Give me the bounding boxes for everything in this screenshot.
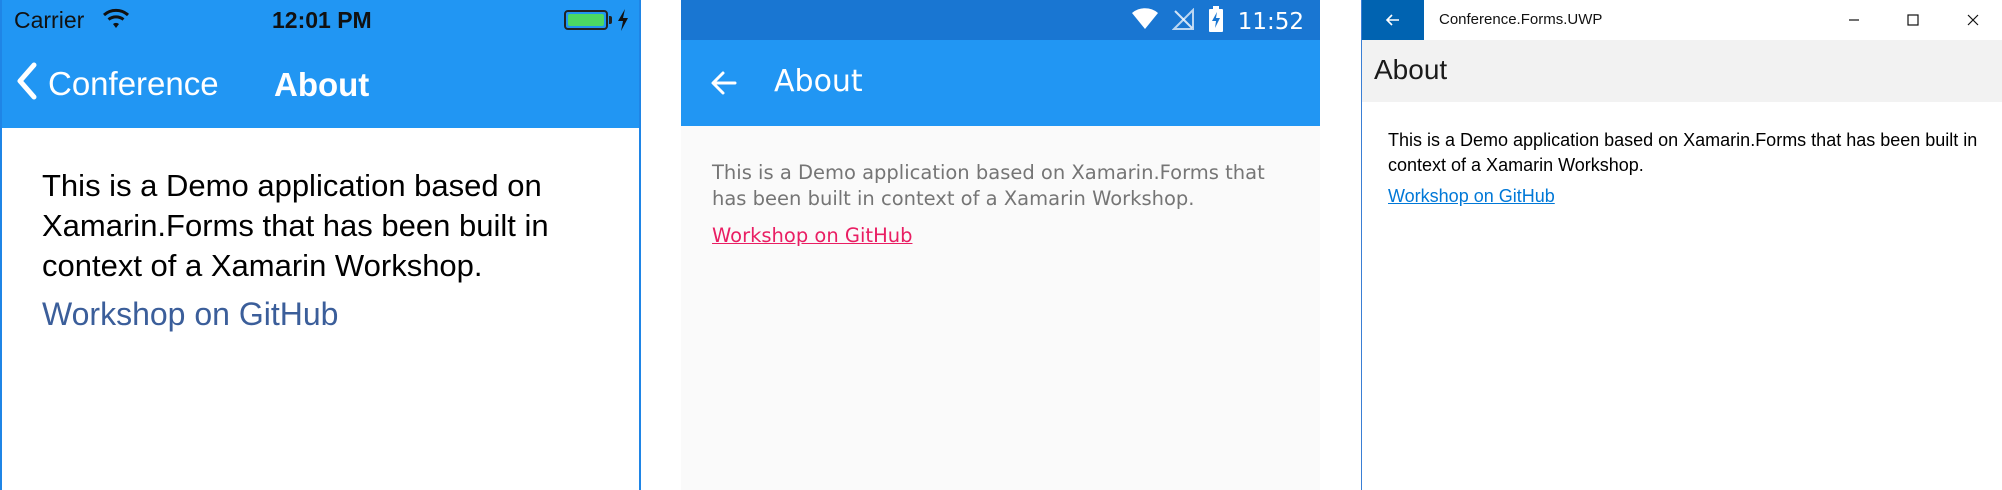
github-link[interactable]: Workshop on GitHub xyxy=(1388,186,1555,207)
chevron-left-icon xyxy=(16,62,38,105)
no-signal-icon xyxy=(1171,7,1194,35)
ios-screen: Carrier 12:01 PM Conference About This i… xyxy=(0,0,641,490)
carrier-label: Carrier xyxy=(14,7,85,33)
arrow-back-icon[interactable] xyxy=(709,68,739,98)
github-link[interactable]: Workshop on GitHub xyxy=(42,296,622,333)
window-title-bar: Conference.Forms.UWP xyxy=(1362,0,2002,40)
ios-navigation-bar: Conference About xyxy=(2,40,639,128)
back-button-label: Conference xyxy=(48,64,219,102)
uwp-window: Conference.Forms.UWP About This is a Dem… xyxy=(1361,0,2002,490)
page-title: About xyxy=(774,64,863,99)
github-link[interactable]: Workshop on GitHub xyxy=(712,224,912,247)
android-screen: 11:52 About This is a Demo application b… xyxy=(681,0,1320,490)
status-time: 11:52 xyxy=(1237,8,1304,35)
ios-content: This is a Demo application based on Xama… xyxy=(42,166,622,333)
wifi-icon xyxy=(102,7,130,35)
minimize-icon[interactable] xyxy=(1824,0,1884,40)
wifi-icon xyxy=(1131,8,1158,35)
battery-charging-icon xyxy=(1208,6,1224,37)
android-status-bar: 11:52 xyxy=(681,0,1320,40)
status-time: 12:01 PM xyxy=(272,7,372,33)
battery-tip xyxy=(609,16,612,24)
description-text: This is a Demo application based on Xama… xyxy=(1388,130,1978,175)
battery-icon xyxy=(564,10,608,30)
page-header: About xyxy=(1362,40,2002,102)
window-title: Conference.Forms.UWP xyxy=(1439,11,1603,28)
maximize-icon[interactable] xyxy=(1883,0,1943,40)
description-text: This is a Demo application based on Xama… xyxy=(42,168,549,283)
back-button[interactable]: Conference xyxy=(16,62,219,105)
close-icon[interactable] xyxy=(1943,0,2002,40)
android-toolbar: About xyxy=(681,40,1320,126)
page-title: About xyxy=(1374,54,1448,85)
charging-icon xyxy=(616,8,630,32)
android-content: This is a Demo application based on Xama… xyxy=(712,160,1292,247)
ios-status-bar: Carrier 12:01 PM xyxy=(2,0,639,40)
uwp-content: This is a Demo application based on Xama… xyxy=(1388,128,1978,207)
ios-top-bar: Carrier 12:01 PM Conference About xyxy=(2,0,639,128)
description-text: This is a Demo application based on Xama… xyxy=(712,161,1265,210)
back-button[interactable] xyxy=(1362,0,1424,40)
page-title: About xyxy=(274,66,370,103)
